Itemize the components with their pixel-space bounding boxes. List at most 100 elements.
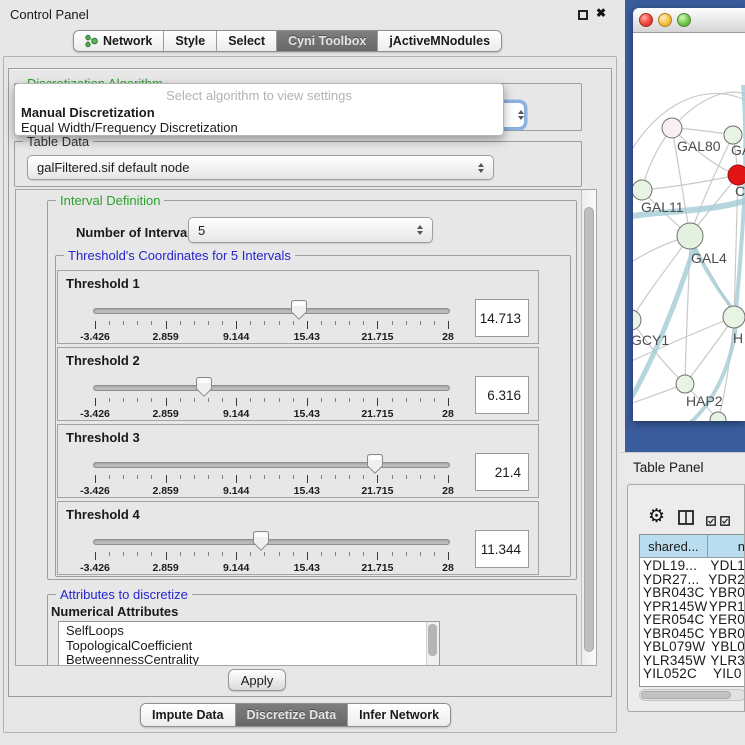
list-scrollbar[interactable] xyxy=(426,622,439,666)
slider-track[interactable] xyxy=(93,308,450,314)
window-close-icon[interactable] xyxy=(639,13,653,27)
split-view-icon[interactable] xyxy=(678,510,694,530)
table-row[interactable]: YLR345WYLR3 xyxy=(640,654,745,668)
algorithm-option-equal-width-frequency-discretization[interactable]: Equal Width/Frequency Discretization xyxy=(21,120,238,135)
slider-tick xyxy=(194,475,195,479)
cell-shared-name: YLR345W xyxy=(640,654,710,668)
bottom-tab-impute-data[interactable]: Impute Data xyxy=(141,704,236,726)
slider-tick xyxy=(363,321,364,325)
slider-thumb[interactable] xyxy=(253,531,269,551)
slider-tick xyxy=(335,475,336,479)
table-row[interactable]: YBL079WYBL0 xyxy=(640,640,745,654)
combo-stepper-icon xyxy=(478,163,484,173)
tab-cyni-toolbox[interactable]: Cyni Toolbox xyxy=(277,31,378,51)
network-edge[interactable] xyxy=(633,320,685,384)
slider-tick xyxy=(208,398,209,402)
slider-tick xyxy=(222,552,223,556)
network-canvas[interactable]: GAL80GACGAL11GAL4GCY1HHAP2 xyxy=(633,33,745,421)
threshold-value-field[interactable]: 21.4 xyxy=(475,453,529,491)
table-row[interactable]: YIL052CYIL0 xyxy=(640,667,745,681)
network-node[interactable] xyxy=(677,223,703,249)
slider-thumb[interactable] xyxy=(291,300,307,320)
slider-tick xyxy=(279,552,280,556)
slider-thumb[interactable] xyxy=(367,454,383,474)
network-edge[interactable] xyxy=(672,92,745,128)
slider-tick xyxy=(166,321,167,329)
close-icon[interactable]: ✖ xyxy=(596,6,606,20)
threshold-value-field[interactable]: 11.344 xyxy=(475,530,529,568)
network-node[interactable] xyxy=(676,375,694,393)
slider-tick xyxy=(208,475,209,479)
tab-network[interactable]: Network xyxy=(74,31,164,51)
apply-button[interactable]: Apply xyxy=(228,669,286,691)
number-of-intervals-combobox[interactable]: 5 xyxy=(188,217,433,243)
bottom-tab-infer-network[interactable]: Infer Network xyxy=(348,704,450,726)
slider-track[interactable] xyxy=(93,385,450,391)
float-panel-icon[interactable] xyxy=(578,10,588,20)
table-row[interactable]: YDR27...YDR2 xyxy=(640,573,745,587)
bottom-tab-discretize-data[interactable]: Discretize Data xyxy=(236,704,349,726)
slider-track[interactable] xyxy=(93,539,450,545)
slider-tick xyxy=(264,398,265,402)
table-row[interactable]: YBR045CYBR0 xyxy=(640,627,745,641)
gear-icon[interactable]: ⚙ xyxy=(648,507,665,527)
window-minimize-icon[interactable] xyxy=(658,13,672,27)
checkbox-icon[interactable] xyxy=(706,513,716,531)
numerical-attributes-list[interactable]: SelfLoopsTopologicalCoefficientBetweenne… xyxy=(58,621,440,666)
slider-tick xyxy=(180,321,181,325)
slider-scale-label: -3.426 xyxy=(80,485,110,497)
cell-shared-name: YBR043C xyxy=(640,586,709,600)
column-header-shared-name[interactable]: shared... xyxy=(640,535,708,557)
checkbox-icon[interactable] xyxy=(720,513,730,531)
combo-stepper-icon xyxy=(417,225,423,235)
tab-style[interactable]: Style xyxy=(164,31,217,51)
tab-strip: NetworkStyleSelectCyni ToolboxjActiveMNo… xyxy=(73,30,502,52)
slider-scale-label: 15.43 xyxy=(294,562,320,574)
slider-scale-label: 28 xyxy=(442,485,454,497)
network-edge[interactable] xyxy=(642,175,738,190)
table-row[interactable]: YBR043CYBR0 xyxy=(640,586,745,600)
slider-tick xyxy=(180,475,181,479)
slider-scale-label: 9.144 xyxy=(223,562,249,574)
threshold-value-field[interactable]: 14.713 xyxy=(475,299,529,337)
attribute-item-selfloops[interactable]: SelfLoops xyxy=(59,624,439,639)
network-node[interactable] xyxy=(633,310,641,330)
slider-tick xyxy=(363,552,364,556)
slider-track[interactable] xyxy=(93,462,450,468)
table-row[interactable]: YDL19...YDL1 xyxy=(640,559,745,573)
slider-tick xyxy=(250,398,251,402)
slider-thumb[interactable] xyxy=(196,377,212,397)
slider-tick xyxy=(95,398,96,406)
list-scrollbar-thumb[interactable] xyxy=(428,624,437,656)
threshold-panel-2: Threshold 2-3.4262.8599.14415.4321.71528… xyxy=(57,347,539,421)
network-node[interactable] xyxy=(633,180,652,200)
network-node[interactable] xyxy=(728,165,745,185)
slider-tick xyxy=(222,475,223,479)
table-row[interactable]: YPR145WYPR1 xyxy=(640,600,745,614)
threshold-value-field[interactable]: 6.316 xyxy=(475,376,529,414)
horizontal-scrollbar-thumb[interactable] xyxy=(641,691,731,699)
cell-name: YDL1 xyxy=(710,559,745,573)
network-node[interactable] xyxy=(662,118,682,138)
node-label: H xyxy=(733,330,743,346)
network-node[interactable] xyxy=(723,306,745,328)
column-header-name[interactable]: n xyxy=(708,535,745,557)
network-window-titlebar[interactable] xyxy=(633,8,745,33)
tab-select[interactable]: Select xyxy=(217,31,277,51)
threshold-label: Threshold 4 xyxy=(66,507,140,522)
algorithm-option-manual-discretization[interactable]: Manual Discretization xyxy=(21,105,155,120)
vertical-scrollbar[interactable] xyxy=(581,190,596,665)
window-zoom-icon[interactable] xyxy=(677,13,691,27)
table-row[interactable]: YER054CYER0 xyxy=(640,613,745,627)
tab-jactivemnodules[interactable]: jActiveMNodules xyxy=(378,31,501,51)
table-data-combobox[interactable]: galFiltered.sif default node xyxy=(27,155,494,180)
cell-name: YIL0 xyxy=(713,667,742,681)
attribute-item-betweennesscentrality[interactable]: BetweennessCentrality xyxy=(59,653,439,666)
horizontal-scrollbar[interactable] xyxy=(639,689,745,701)
slider-scale-label: 28 xyxy=(442,331,454,343)
cell-shared-name: YBL079W xyxy=(640,640,711,654)
node-label: GAL80 xyxy=(677,138,721,154)
slider-tick xyxy=(293,475,294,479)
attribute-item-topologicalcoefficient[interactable]: TopologicalCoefficient xyxy=(59,639,439,654)
vertical-scrollbar-thumb[interactable] xyxy=(584,207,594,652)
